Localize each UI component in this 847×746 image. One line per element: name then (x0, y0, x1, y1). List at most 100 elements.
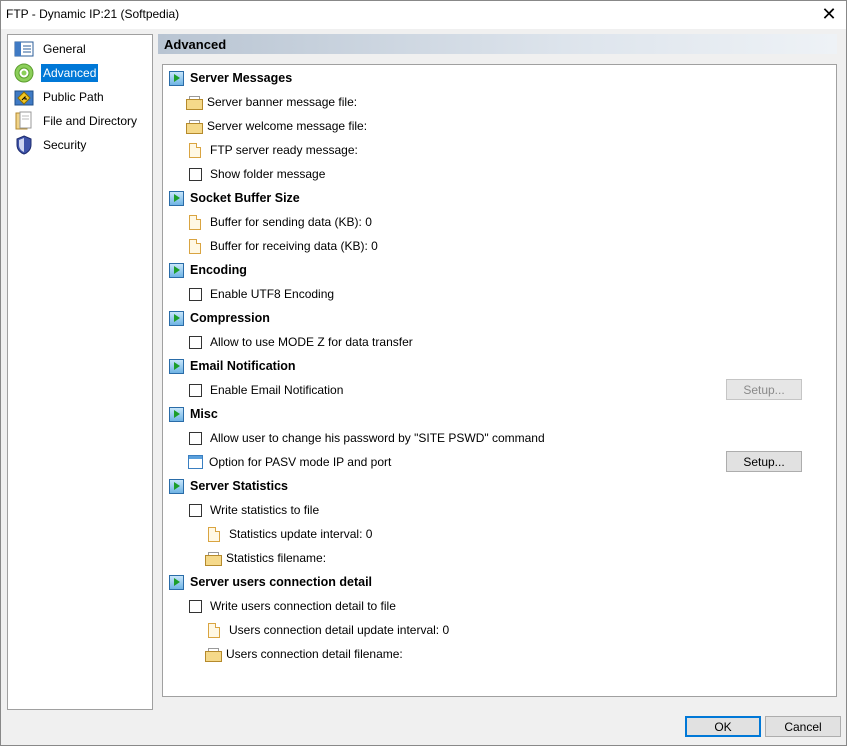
sidebar-item-security[interactable]: Security (13, 134, 88, 156)
section-email-notification[interactable]: Email Notification (169, 357, 296, 375)
section-expand-icon (169, 190, 184, 206)
section-title: Compression (190, 311, 270, 325)
document-icon (189, 238, 201, 254)
file-picker-icon (186, 119, 203, 134)
document-icon (189, 142, 201, 158)
option-label: Users connection detail filename: (226, 647, 403, 661)
section-misc[interactable]: Misc (169, 405, 218, 423)
option-label: Option for PASV mode IP and port (209, 455, 392, 469)
option-connection-filename[interactable]: Users connection detail filename: (205, 645, 403, 663)
sidebar-item-label: Advanced (41, 64, 99, 82)
general-icon (13, 39, 35, 59)
email-checkbox[interactable] (189, 383, 202, 397)
section-expand-icon (169, 406, 184, 422)
email-setup-button[interactable]: Setup... (726, 379, 802, 400)
section-socket-buffer[interactable]: Socket Buffer Size (169, 189, 300, 207)
dialog-window: FTP - Dynamic IP:21 (Softpedia) ✕ Genera… (0, 0, 847, 746)
section-server-statistics[interactable]: Server Statistics (169, 477, 288, 495)
option-label: Server banner message file: (207, 95, 358, 109)
settings-list: Server Messages Server banner message fi… (162, 64, 837, 697)
section-title: Misc (190, 407, 218, 421)
option-label: Statistics update interval: 0 (229, 527, 373, 541)
file-directory-icon (13, 111, 35, 131)
window-icon (188, 455, 203, 469)
sidebar-item-label: Public Path (43, 90, 104, 104)
option-label: Write users connection detail to file (210, 599, 396, 613)
document-icon (189, 214, 201, 230)
option-email-enable[interactable]: Enable Email Notification (189, 381, 343, 399)
document-icon (208, 622, 220, 638)
section-connection-detail[interactable]: Server users connection detail (169, 573, 372, 591)
option-site-pswd[interactable]: Allow user to change his password by "SI… (189, 429, 545, 447)
option-label: Enable Email Notification (210, 383, 344, 397)
section-title: Email Notification (190, 359, 296, 373)
section-encoding[interactable]: Encoding (169, 261, 247, 279)
write-connection-checkbox[interactable] (189, 599, 202, 613)
mode-z-checkbox[interactable] (189, 335, 202, 349)
option-statistics-interval[interactable]: Statistics update interval: 0 (208, 525, 372, 543)
panel-header: Advanced (158, 34, 837, 54)
option-welcome-file[interactable]: Server welcome message file: (186, 117, 367, 135)
sidebar-item-advanced[interactable]: Advanced (13, 62, 99, 84)
panel-title: Advanced (164, 37, 227, 52)
option-buffer-receiving[interactable]: Buffer for receiving data (KB): 0 (189, 237, 378, 255)
section-expand-icon (169, 262, 184, 278)
option-connection-interval[interactable]: Users connection detail update interval:… (208, 621, 449, 639)
window-title: FTP - Dynamic IP:21 (Softpedia) (6, 7, 180, 21)
ok-button[interactable]: OK (685, 716, 761, 737)
section-expand-icon (169, 310, 184, 326)
option-label: FTP server ready message: (210, 143, 358, 157)
public-path-icon (13, 87, 35, 107)
option-label: Allow to use MODE Z for data transfer (210, 335, 413, 349)
option-buffer-sending[interactable]: Buffer for sending data (KB): 0 (189, 213, 372, 231)
section-title: Server Statistics (190, 479, 288, 493)
sidebar-item-file-directory[interactable]: File and Directory (13, 110, 139, 132)
section-title: Encoding (190, 263, 247, 277)
section-expand-icon (169, 70, 184, 86)
sidebar-item-label: File and Directory (43, 114, 138, 128)
file-picker-icon (205, 647, 222, 662)
section-expand-icon (169, 574, 184, 590)
document-icon (208, 526, 220, 542)
site-pswd-checkbox[interactable] (189, 431, 202, 445)
section-expand-icon (169, 478, 184, 494)
show-folder-checkbox[interactable] (189, 167, 202, 181)
option-label: Show folder message (210, 167, 326, 181)
option-write-statistics[interactable]: Write statistics to file (189, 501, 319, 519)
option-show-folder[interactable]: Show folder message (189, 165, 325, 183)
option-statistics-filename[interactable]: Statistics filename: (205, 549, 326, 567)
section-title: Server Messages (190, 71, 293, 85)
option-label: Enable UTF8 Encoding (210, 287, 335, 301)
pasv-setup-button[interactable]: Setup... (726, 451, 802, 472)
option-mode-z[interactable]: Allow to use MODE Z for data transfer (189, 333, 413, 351)
cancel-button[interactable]: Cancel (765, 716, 841, 737)
option-write-connection[interactable]: Write users connection detail to file (189, 597, 396, 615)
section-server-messages[interactable]: Server Messages (169, 69, 292, 87)
option-utf8[interactable]: Enable UTF8 Encoding (189, 285, 334, 303)
option-label: Buffer for receiving data (KB): 0 (210, 239, 378, 253)
close-icon[interactable]: ✕ (820, 5, 838, 23)
sidebar-item-public-path[interactable]: Public Path (13, 86, 106, 108)
section-compression[interactable]: Compression (169, 309, 270, 327)
sidebar: General Advanced Public Path File and Di… (7, 34, 153, 710)
option-pasv[interactable]: Option for PASV mode IP and port (188, 453, 391, 471)
option-label: Users connection detail update interval:… (229, 623, 450, 637)
option-label: Buffer for sending data (KB): 0 (210, 215, 372, 229)
write-statistics-checkbox[interactable] (189, 503, 202, 517)
section-expand-icon (169, 358, 184, 374)
section-title: Server users connection detail (190, 575, 373, 589)
gear-icon (13, 63, 35, 83)
section-title: Socket Buffer Size (190, 191, 300, 205)
sidebar-item-general[interactable]: General (13, 38, 88, 60)
sidebar-item-label: General (43, 42, 86, 56)
option-label: Write statistics to file (210, 503, 320, 517)
option-label: Allow user to change his password by "SI… (210, 431, 545, 445)
shield-icon (13, 135, 35, 155)
title-bar: FTP - Dynamic IP:21 (Softpedia) ✕ (1, 1, 846, 29)
option-banner-file[interactable]: Server banner message file: (186, 93, 357, 111)
option-ready-message[interactable]: FTP server ready message: (189, 141, 358, 159)
utf8-checkbox[interactable] (189, 287, 202, 301)
file-picker-icon (186, 95, 203, 110)
sidebar-item-label: Security (43, 138, 87, 152)
file-picker-icon (205, 551, 222, 566)
